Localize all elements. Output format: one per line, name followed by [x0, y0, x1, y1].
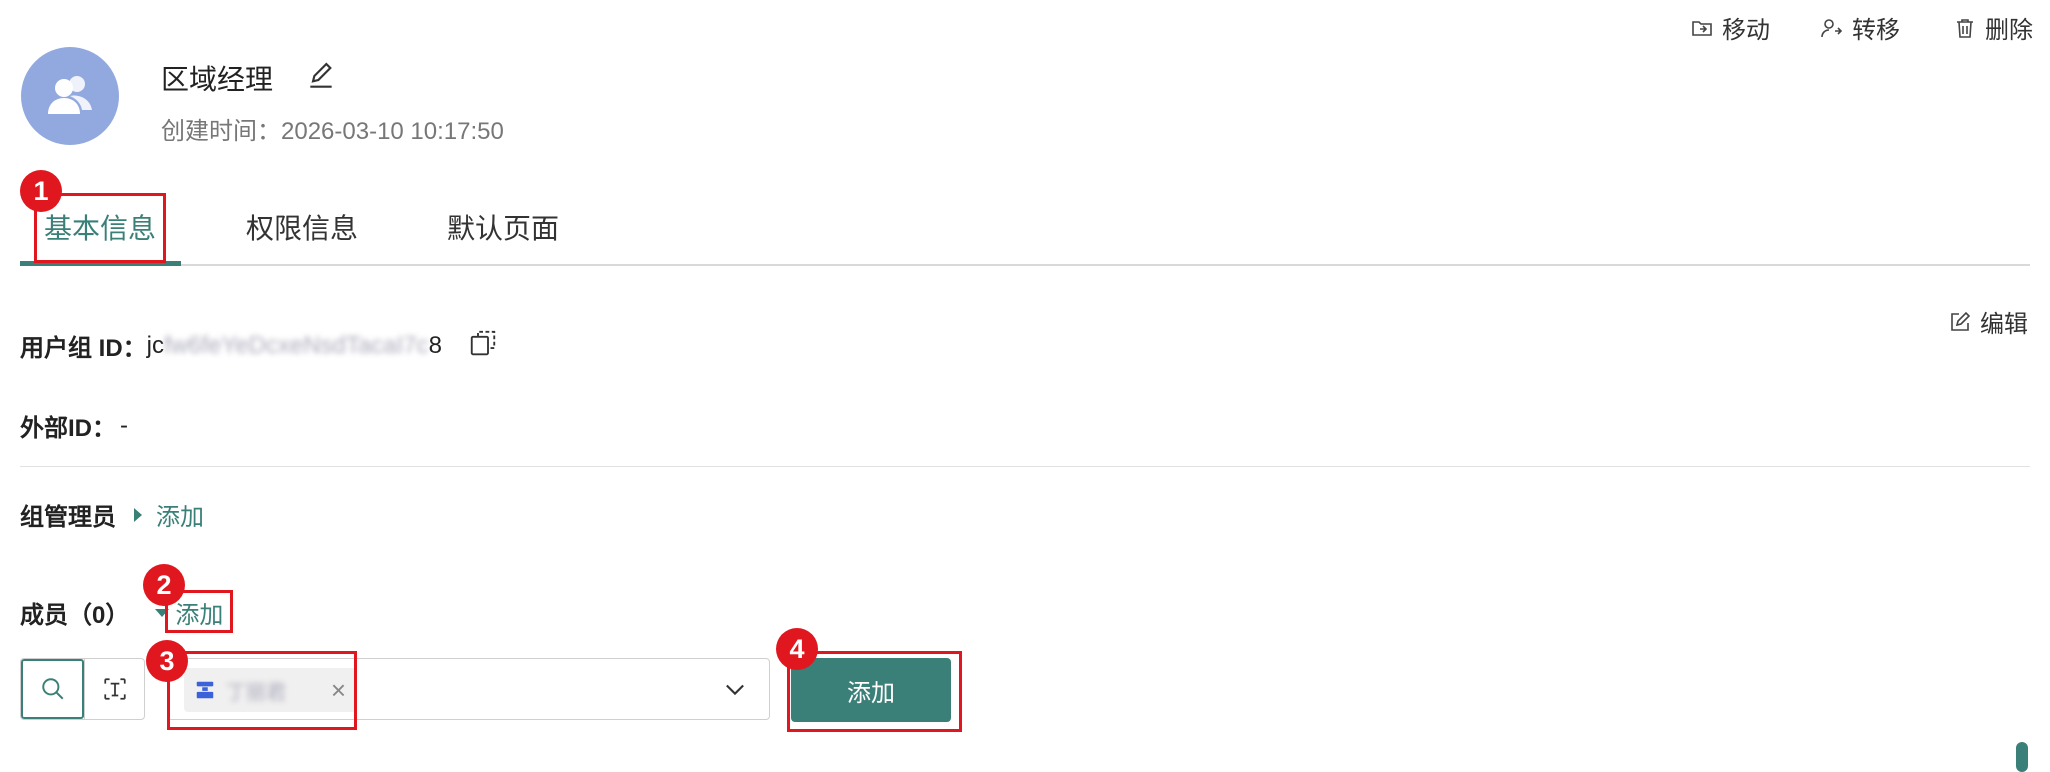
group-id-suffix: 8	[428, 331, 442, 359]
group-id-value: jcfw6feYeDcxeNsdTacaI7c8	[147, 332, 442, 360]
edit-info-button[interactable]: 编辑	[1948, 304, 2028, 339]
external-id-row: 外部ID： -	[20, 408, 128, 443]
annotation-badge-2: 2	[143, 564, 185, 606]
group-id-label: 用户组 ID：	[20, 335, 147, 362]
delete-button[interactable]: 删除	[1953, 10, 2033, 45]
edit-name-button[interactable]	[305, 60, 337, 92]
user-group-icon	[48, 76, 92, 114]
chevron-down-icon	[726, 684, 744, 696]
created-label: 创建时间：	[161, 118, 281, 145]
external-id-value: -	[120, 411, 128, 439]
org-tree-mode-button[interactable]	[84, 659, 144, 719]
created-time: 创建时间：2026-03-10 10:17:50	[161, 111, 504, 146]
folder-move-icon	[1692, 20, 1712, 36]
external-id-label: 外部ID：	[20, 415, 116, 442]
copy-id-button[interactable]	[468, 328, 498, 363]
admins-label: 组管理员	[20, 504, 116, 531]
annotation-badge-3: 3	[146, 640, 188, 682]
search-icon	[41, 678, 63, 700]
tab-default-page[interactable]: 默认页面	[447, 207, 559, 247]
created-value: 2026-03-10 10:17:50	[281, 118, 504, 145]
scrollbar-thumb[interactable]	[2016, 742, 2028, 772]
tab-permissions[interactable]: 权限信息	[246, 207, 358, 247]
move-label: 移动	[1722, 17, 1770, 44]
section-divider	[20, 466, 2030, 467]
admins-row: 组管理员 添加	[20, 497, 204, 532]
copy-icon	[470, 330, 496, 356]
members-label: 成员（0）	[20, 602, 130, 629]
caret-right-icon	[134, 507, 142, 522]
annotation-badge-4: 4	[776, 628, 818, 670]
search-mode-button[interactable]	[21, 659, 84, 719]
group-id-row: 用户组 ID： jcfw6feYeDcxeNsdTacaI7c8	[20, 328, 498, 363]
tab-divider	[20, 264, 2030, 266]
org-structure-icon	[103, 678, 126, 700]
trash-icon	[1957, 18, 1973, 38]
move-button[interactable]: 移动	[1690, 10, 1770, 45]
delete-label: 删除	[1985, 17, 2033, 44]
annotation-badge-1: 1	[20, 170, 62, 212]
group-name: 区域经理	[161, 64, 274, 95]
transfer-label: 转移	[1852, 17, 1900, 44]
pencil-icon	[310, 62, 332, 88]
group-id-prefix: jc	[146, 331, 165, 359]
search-mode-toggle	[20, 658, 145, 720]
add-admin-link[interactable]: 添加	[156, 497, 204, 532]
edit-label: 编辑	[1980, 311, 2028, 338]
annotation-box-3	[167, 651, 357, 730]
user-transfer-icon	[1821, 18, 1843, 37]
group-avatar	[21, 47, 119, 145]
group-id-blurred: fw6feYeDcxeNsdTacaI7c	[164, 331, 429, 359]
transfer-button[interactable]: 转移	[1820, 10, 1900, 45]
annotation-box-4	[787, 651, 962, 732]
edit-icon	[1951, 311, 1971, 331]
